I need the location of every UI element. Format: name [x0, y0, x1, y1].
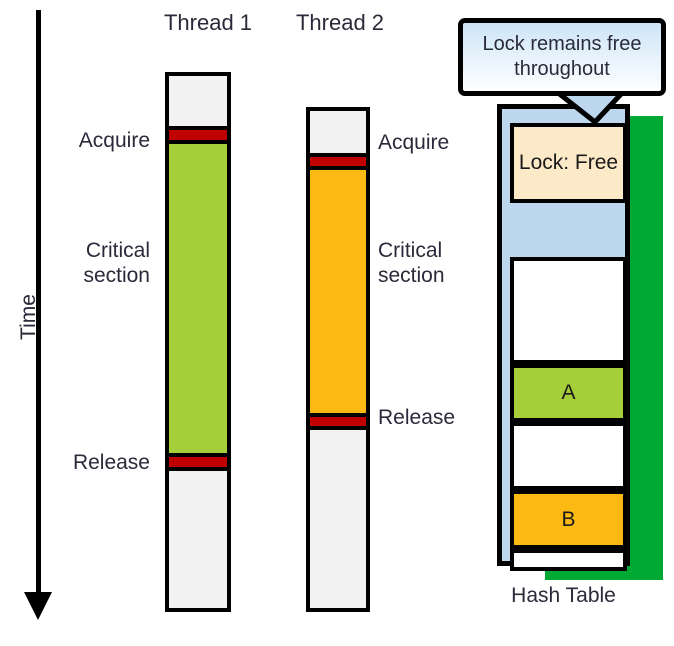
diagram-canvas: Time Thread 1 Acquire Critical section R… — [0, 0, 674, 646]
thread-1-acquire-band — [169, 126, 227, 144]
callout-lock-remains-free: Lock remains free throughout — [458, 18, 666, 96]
thread-2-acquire-label: Acquire — [378, 131, 450, 154]
thread-1-acquire-label: Acquire — [78, 129, 150, 152]
thread-2-acquire-band — [310, 153, 366, 170]
thread-1-critical-label: Critical section — [83, 239, 150, 287]
hash-table-caption: Hash Table — [511, 584, 616, 607]
thread-2-idle-after — [310, 430, 366, 608]
thread-2-timeline-bar — [306, 107, 370, 612]
thread-2-release-band — [310, 413, 366, 430]
callout-text: Lock remains free throughout — [482, 33, 642, 80]
hash-cell-empty-1 — [510, 257, 627, 364]
hash-cell-entry-a: A — [510, 364, 627, 422]
hash-cell-empty-2 — [510, 422, 627, 490]
thread-1-timeline-bar — [165, 72, 231, 612]
thread-1-critical-section — [169, 144, 227, 453]
thread-1-release-band — [169, 453, 227, 471]
thread-1-release-label: Release — [72, 451, 150, 474]
thread-2-critical-section — [310, 170, 366, 413]
thread-1-title: Thread 1 — [163, 10, 253, 35]
thread-2-idle-before — [310, 111, 366, 153]
hash-cell-entry-b: B — [510, 490, 627, 549]
time-axis-arrowhead-icon — [24, 592, 52, 620]
hash-cell-empty-3 — [510, 549, 627, 571]
thread-1-idle-after — [169, 471, 227, 608]
thread-2-title: Thread 2 — [295, 10, 385, 35]
hash-cell-lock: Lock: Free — [510, 123, 627, 203]
thread-1-idle-before — [169, 76, 227, 126]
thread-2-release-label: Release — [378, 406, 456, 429]
thread-2-critical-label: Critical section — [378, 239, 445, 287]
hash-table: Lock: Free A B — [497, 104, 630, 571]
